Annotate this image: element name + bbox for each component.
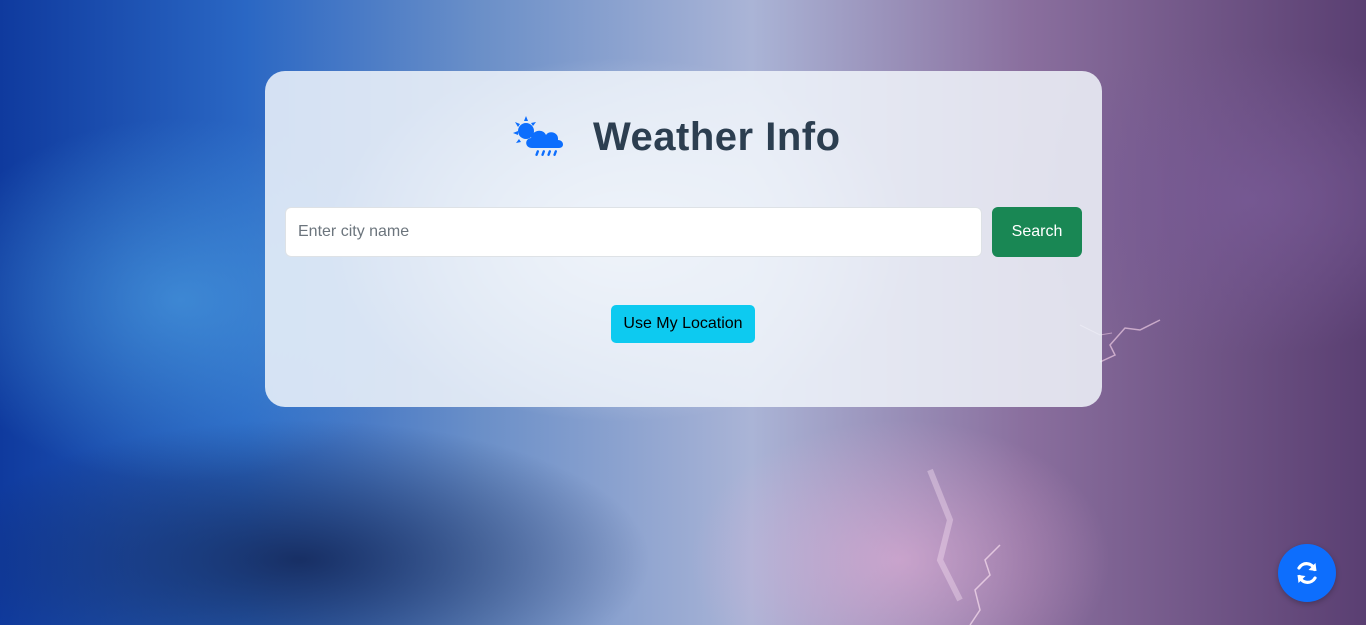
refresh-icon xyxy=(1294,560,1320,586)
page-title: Weather Info xyxy=(593,115,841,159)
refresh-button[interactable] xyxy=(1278,544,1336,602)
cloud-sun-rain-icon xyxy=(512,114,566,158)
search-button[interactable]: Search xyxy=(992,207,1082,257)
use-my-location-button[interactable]: Use My Location xyxy=(611,305,755,343)
city-search-input[interactable] xyxy=(285,207,982,257)
